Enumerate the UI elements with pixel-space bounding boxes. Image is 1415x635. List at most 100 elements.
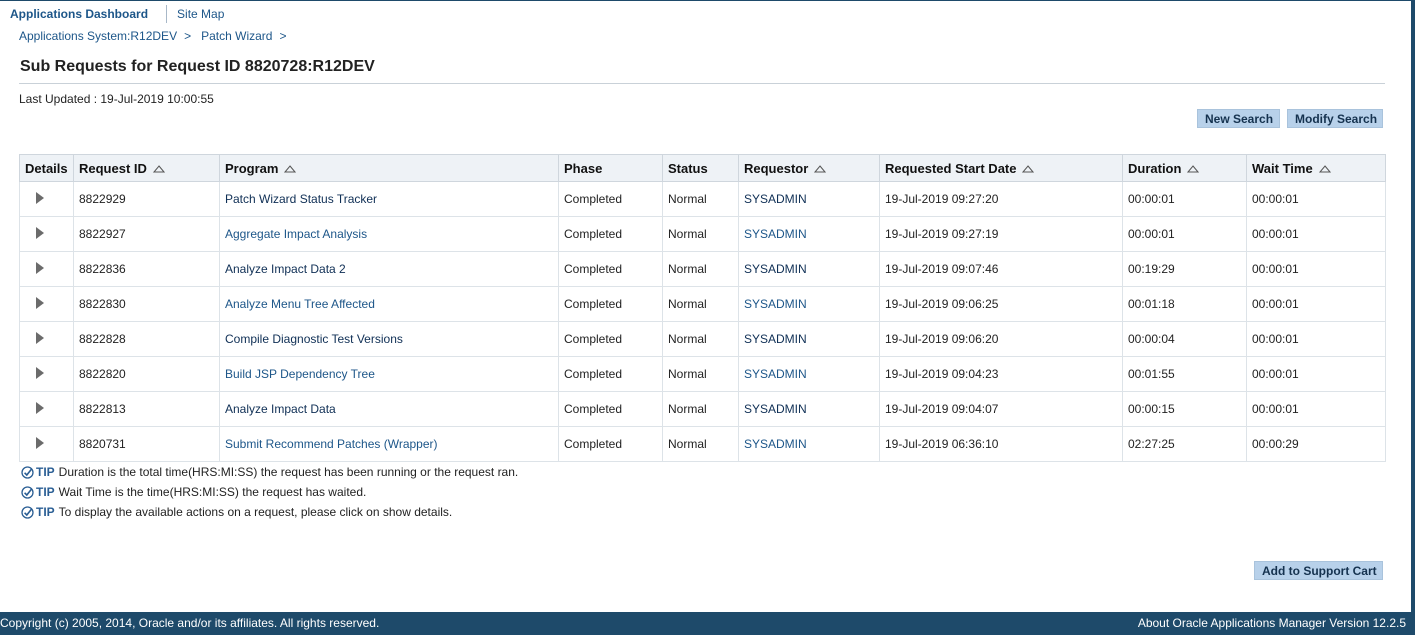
request-id-cell: 8820731: [73, 426, 220, 462]
table-row: 8822813 Analyze Impact Data Completed No…: [19, 391, 1386, 427]
wait-time-cell: 00:00:01: [1246, 321, 1386, 357]
table-row: 8822830 Analyze Menu Tree Affected Compl…: [19, 286, 1386, 322]
expand-details-icon[interactable]: [36, 261, 44, 274]
status-cell: Normal: [662, 181, 739, 217]
program-link[interactable]: Analyze Impact Data: [219, 391, 559, 427]
header-requestor[interactable]: Requestor: [738, 154, 880, 182]
tip-check-icon: [21, 465, 34, 479]
add-to-support-cart-button[interactable]: Add to Support Cart: [1254, 561, 1383, 580]
tip-label: TIP: [36, 465, 55, 479]
program-link[interactable]: Analyze Menu Tree Affected: [219, 286, 559, 322]
status-cell: Normal: [662, 251, 739, 287]
header-start-date[interactable]: Requested Start Date: [879, 154, 1123, 182]
program-link[interactable]: Patch Wizard Status Tracker: [219, 181, 559, 217]
status-cell: Normal: [662, 216, 739, 252]
table-row: 8822929 Patch Wizard Status Tracker Comp…: [19, 181, 1386, 217]
expand-details-icon[interactable]: [36, 366, 44, 379]
expand-details-icon[interactable]: [36, 226, 44, 239]
breadcrumb-applications-system[interactable]: Applications System:R12DEV: [19, 29, 177, 43]
wait-time-cell: 00:00:29: [1246, 426, 1386, 462]
duration-cell: 00:00:01: [1122, 216, 1247, 252]
details-cell: [19, 356, 74, 392]
details-cell: [19, 181, 74, 217]
tip-label: TIP: [36, 485, 55, 499]
expand-details-icon[interactable]: [36, 296, 44, 309]
tip-check-icon: [21, 505, 34, 519]
requestor-link[interactable]: SYSADMIN: [738, 391, 880, 427]
details-cell: [19, 286, 74, 322]
program-link[interactable]: Build JSP Dependency Tree: [219, 356, 559, 392]
header-start-date-label: Requested Start Date: [885, 160, 1017, 176]
details-cell: [19, 391, 74, 427]
header-program[interactable]: Program: [219, 154, 559, 182]
modify-search-button[interactable]: Modify Search: [1287, 109, 1383, 128]
duration-cell: 00:19:29: [1122, 251, 1247, 287]
start-date-cell: 19-Jul-2019 09:06:25: [879, 286, 1123, 322]
wait-time-cell: 00:00:01: [1246, 286, 1386, 322]
status-cell: Normal: [662, 391, 739, 427]
table-row: 8822836 Analyze Impact Data 2 Completed …: [19, 251, 1386, 287]
start-date-cell: 19-Jul-2019 06:36:10: [879, 426, 1123, 462]
header-status: Status: [662, 154, 739, 182]
applications-dashboard-link[interactable]: Applications Dashboard: [10, 7, 148, 21]
requestor-link[interactable]: SYSADMIN: [738, 181, 880, 217]
program-link[interactable]: Submit Recommend Patches (Wrapper): [219, 426, 559, 462]
title-divider: [19, 83, 1385, 84]
phase-cell: Completed: [558, 251, 663, 287]
expand-details-icon[interactable]: [36, 401, 44, 414]
requestor-link[interactable]: SYSADMIN: [738, 286, 880, 322]
sort-ascending-icon[interactable]: [152, 165, 165, 173]
header-phase-label: Phase: [564, 160, 603, 176]
wait-time-cell: 00:00:01: [1246, 391, 1386, 427]
tip-text: Duration is the total time(HRS:MI:SS) th…: [58, 465, 519, 479]
status-cell: Normal: [662, 286, 739, 322]
requestor-link[interactable]: SYSADMIN: [738, 426, 880, 462]
table-row: 8822828 Compile Diagnostic Test Versions…: [19, 321, 1386, 357]
page-title: Sub Requests for Request ID 8820728:R12D…: [20, 58, 375, 75]
request-id-cell: 8822813: [73, 391, 220, 427]
sort-ascending-icon[interactable]: [1318, 165, 1331, 173]
sort-ascending-icon[interactable]: [1022, 165, 1035, 173]
breadcrumb-patch-wizard[interactable]: Patch Wizard: [201, 29, 272, 43]
program-link[interactable]: Compile Diagnostic Test Versions: [219, 321, 559, 357]
wait-time-cell: 00:00:01: [1246, 356, 1386, 392]
new-search-button[interactable]: New Search: [1197, 109, 1280, 128]
requestor-link[interactable]: SYSADMIN: [738, 216, 880, 252]
requestor-link[interactable]: SYSADMIN: [738, 356, 880, 392]
site-map-link[interactable]: Site Map: [177, 7, 224, 21]
requestor-link[interactable]: SYSADMIN: [738, 251, 880, 287]
tip-check-icon: [21, 485, 34, 499]
wait-time-cell: 00:00:01: [1246, 181, 1386, 217]
phase-cell: Completed: [558, 181, 663, 217]
wait-time-cell: 00:00:01: [1246, 216, 1386, 252]
last-updated-text: Last Updated : 19-Jul-2019 10:00:55: [19, 92, 214, 106]
request-id-cell: 8822830: [73, 286, 220, 322]
duration-cell: 00:01:55: [1122, 356, 1247, 392]
breadcrumb: Applications System:R12DEV > Patch Wizard >: [19, 29, 296, 43]
sort-ascending-icon[interactable]: [814, 165, 827, 173]
top-frame-border: [0, 0, 1415, 1]
expand-details-icon[interactable]: [36, 331, 44, 344]
start-date-cell: 19-Jul-2019 09:07:46: [879, 251, 1123, 287]
sort-ascending-icon[interactable]: [1187, 165, 1200, 173]
expand-details-icon[interactable]: [36, 436, 44, 449]
expand-details-icon[interactable]: [36, 191, 44, 204]
sort-ascending-icon[interactable]: [284, 165, 297, 173]
start-date-cell: 19-Jul-2019 09:27:20: [879, 181, 1123, 217]
header-request-id[interactable]: Request ID: [73, 154, 220, 182]
breadcrumb-separator: >: [184, 29, 192, 43]
about-link[interactable]: About Oracle Applications Manager Versio…: [1138, 616, 1406, 630]
header-status-label: Status: [668, 160, 708, 176]
program-link[interactable]: Analyze Impact Data 2: [219, 251, 559, 287]
requestor-link[interactable]: SYSADMIN: [738, 321, 880, 357]
request-id-cell: 8822929: [73, 181, 220, 217]
header-wait-time[interactable]: Wait Time: [1246, 154, 1386, 182]
duration-cell: 00:01:18: [1122, 286, 1247, 322]
program-link[interactable]: Aggregate Impact Analysis: [219, 216, 559, 252]
request-id-cell: 8822820: [73, 356, 220, 392]
header-duration[interactable]: Duration: [1122, 154, 1247, 182]
duration-cell: 02:27:25: [1122, 426, 1247, 462]
phase-cell: Completed: [558, 391, 663, 427]
header-requestor-label: Requestor: [744, 160, 809, 176]
table-row: 8822820 Build JSP Dependency Tree Comple…: [19, 356, 1386, 392]
